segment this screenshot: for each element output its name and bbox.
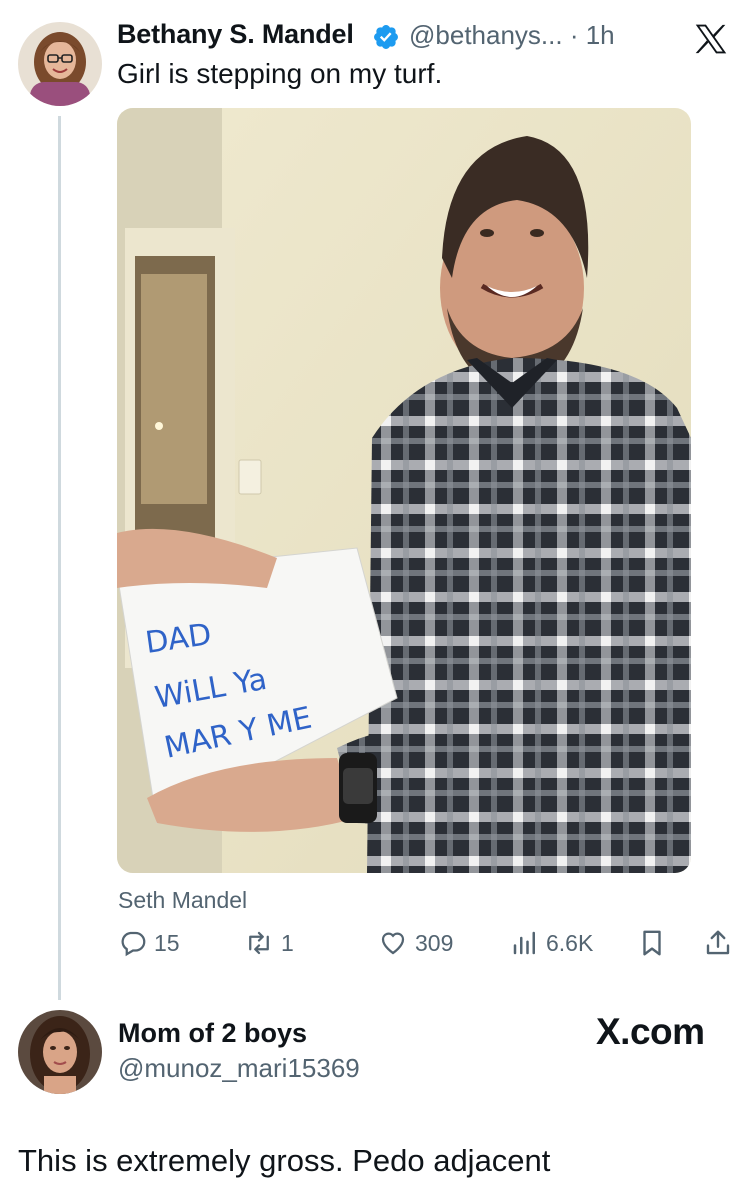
retweet-button[interactable]: 1 (243, 926, 294, 960)
bookmark-icon (643, 930, 661, 956)
x-com-watermark: X.com (596, 1011, 705, 1052)
reply-icon (121, 931, 146, 957)
x-logo-icon (695, 24, 727, 54)
tweet-time[interactable]: · 1h (570, 20, 615, 50)
like-button[interactable]: 309 (377, 926, 453, 960)
reply-author-avatar[interactable] (18, 1010, 102, 1094)
views-button[interactable]: 6.6K (510, 926, 593, 960)
retweet-icon (249, 931, 269, 955)
like-count: 309 (415, 929, 454, 956)
tweet-text: Girl is stepping on my turf. (117, 58, 443, 89)
thread-line (58, 116, 61, 1000)
tweet-photo[interactable]: DAD WiLL Ya MAR Y ME (117, 108, 691, 873)
views-icon (513, 931, 535, 955)
reply-author-handle[interactable]: @munoz_mari15369 (118, 1053, 360, 1084)
reply-button[interactable]: 15 (118, 926, 180, 960)
author-avatar[interactable] (18, 22, 102, 106)
reply-text: This is extremely gross. Pedo adjacent (18, 1143, 551, 1178)
author-handle[interactable]: @bethanys... (409, 20, 563, 50)
author-handle-time[interactable]: @bethanys... · 1h (409, 20, 615, 51)
bookmark-button[interactable] (637, 926, 667, 960)
share-icon (706, 930, 730, 955)
retweet-count: 1 (281, 929, 294, 956)
share-button[interactable] (703, 926, 733, 960)
like-icon (381, 932, 405, 955)
reply-count: 15 (154, 929, 180, 956)
media-caption[interactable]: Seth Mandel (118, 887, 247, 914)
avatar-image (18, 1010, 102, 1094)
view-count: 6.6K (546, 929, 594, 956)
avatar-image (18, 22, 102, 106)
reply-author-name[interactable]: Mom of 2 boys (118, 1018, 307, 1049)
author-name[interactable]: Bethany S. Mandel (117, 19, 354, 50)
verified-badge-icon (374, 25, 398, 49)
